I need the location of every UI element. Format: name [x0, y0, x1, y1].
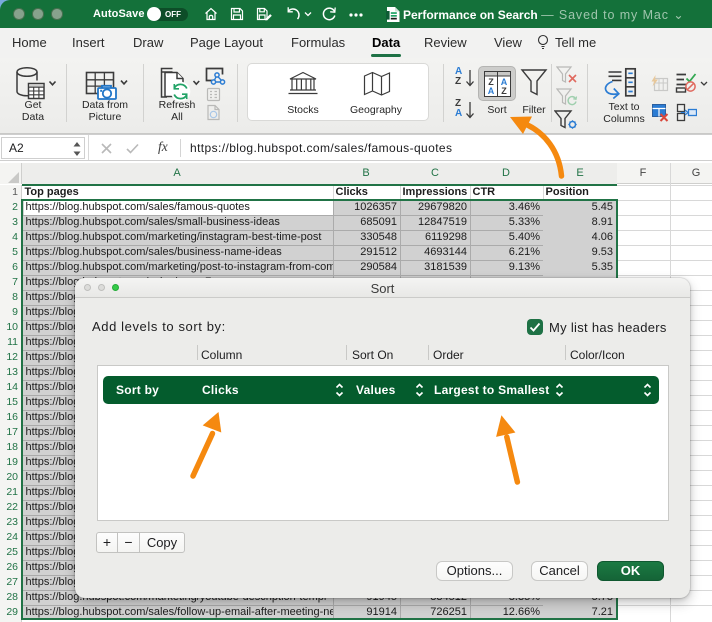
- svg-text:A: A: [488, 86, 495, 96]
- svg-text:Z: Z: [501, 86, 507, 96]
